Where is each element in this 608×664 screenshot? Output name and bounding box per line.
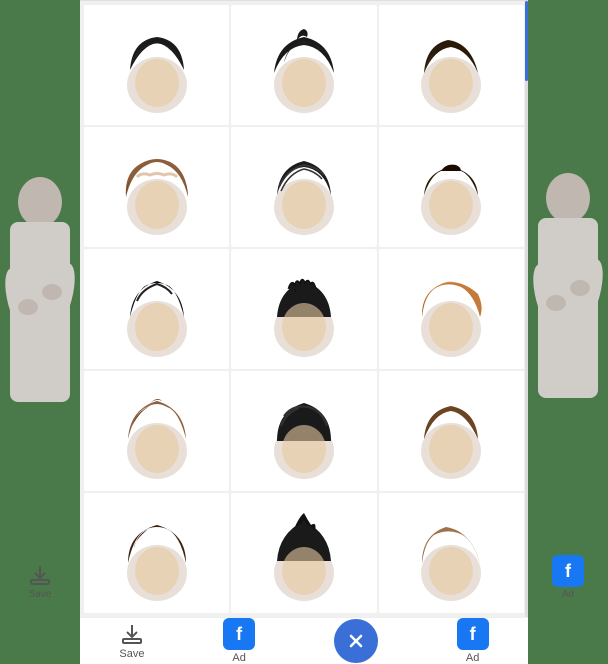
- hair-item-7[interactable]: [84, 249, 229, 369]
- hair-style-5: [259, 137, 349, 237]
- right-facebook-icon: f: [552, 555, 584, 587]
- right-fb-btn[interactable]: f Ad: [552, 555, 584, 600]
- hair-item-8[interactable]: [231, 249, 376, 369]
- hair-item-9[interactable]: [379, 249, 524, 369]
- hair-item-4[interactable]: [84, 127, 229, 247]
- hair-style-1: [112, 15, 202, 115]
- hair-item-14[interactable]: [231, 493, 376, 613]
- save-label: Save: [119, 648, 144, 660]
- left-person-svg: [0, 122, 80, 442]
- close-icon: [346, 631, 366, 651]
- hair-item-13[interactable]: [84, 493, 229, 613]
- save-button[interactable]: Save: [119, 622, 144, 660]
- hair-item-12[interactable]: [379, 371, 524, 491]
- ad-button-left[interactable]: f Ad: [223, 618, 255, 664]
- right-side-panel: f Ad: [528, 0, 608, 608]
- left-person: [0, 0, 80, 563]
- right-ad-label: Ad: [562, 589, 574, 600]
- hair-style-12: [406, 381, 496, 481]
- hair-style-2: [259, 15, 349, 115]
- hair-style-3: [406, 15, 496, 115]
- ad-label-right: Ad: [466, 652, 479, 664]
- hair-item-6[interactable]: [379, 127, 524, 247]
- scrollbar-track[interactable]: [525, 1, 528, 617]
- hair-item-5[interactable]: [231, 127, 376, 247]
- hair-item-15[interactable]: [379, 493, 524, 613]
- right-person: [528, 0, 608, 555]
- hair-style-4: [112, 137, 202, 237]
- save-icon: [120, 622, 144, 646]
- hair-style-8: [259, 259, 349, 359]
- close-button[interactable]: [334, 619, 378, 663]
- hair-style-9: [406, 259, 496, 359]
- ad-button-right[interactable]: f Ad: [457, 618, 489, 664]
- hair-item-2[interactable]: [231, 5, 376, 125]
- scrollbar-thumb[interactable]: [525, 1, 528, 81]
- hair-style-6: [406, 137, 496, 237]
- hair-item-10[interactable]: [84, 371, 229, 491]
- hair-style-10: [112, 381, 202, 481]
- facebook-icon-left: f: [223, 618, 255, 650]
- left-save-icon: [28, 563, 52, 587]
- hair-style-13: [112, 503, 202, 603]
- hair-grid: [80, 1, 528, 617]
- right-person-svg: [528, 118, 608, 438]
- hair-style-15: [406, 503, 496, 603]
- left-side-panel: Save: [0, 0, 80, 608]
- hair-style-14: [259, 503, 349, 603]
- left-save-label: Save: [29, 589, 52, 600]
- ad-label-left: Ad: [232, 652, 245, 664]
- hair-style-7: [112, 259, 202, 359]
- facebook-icon-right: f: [457, 618, 489, 650]
- left-save-btn[interactable]: Save: [28, 563, 52, 600]
- hair-style-11: [259, 381, 349, 481]
- hair-item-1[interactable]: [84, 5, 229, 125]
- main-panel: Trendy Spike Classic Color Hair Curly Si…: [80, 0, 528, 608]
- hair-item-11[interactable]: [231, 371, 376, 491]
- hair-item-3[interactable]: [379, 5, 524, 125]
- bottom-bar: Save f Ad f Ad: [80, 617, 528, 664]
